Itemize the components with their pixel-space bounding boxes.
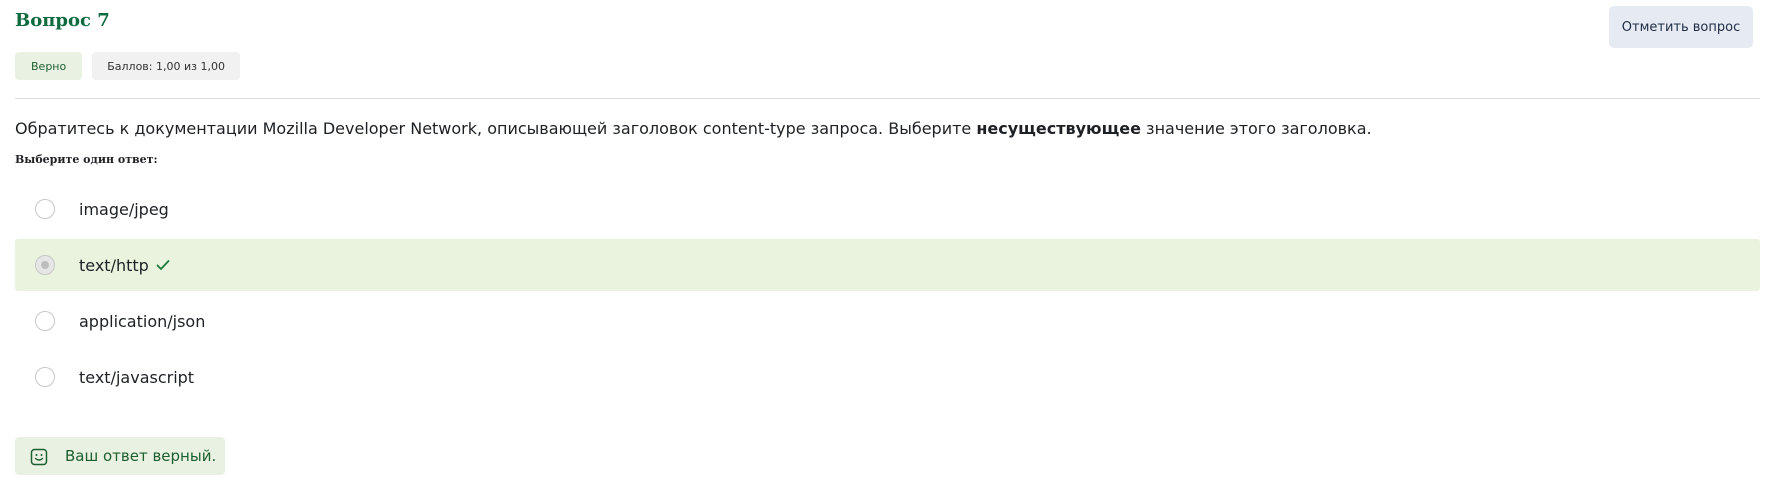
- answer-list: image/jpeg text/http application/json te…: [15, 183, 1760, 407]
- status-badge: Верно: [15, 52, 83, 80]
- answer-label: text/javascript: [79, 368, 194, 387]
- question-card: Вопрос 7 Отметить вопрос Верно Баллов: 1…: [0, 0, 1772, 498]
- check-icon: [156, 260, 170, 270]
- answer-text: image/jpeg: [79, 199, 169, 219]
- divider: [15, 98, 1760, 99]
- score-badge: Баллов: 1,00 из 1,00: [92, 52, 240, 80]
- flag-question-button[interactable]: Отметить вопрос: [1609, 6, 1753, 48]
- radio-button[interactable]: [35, 311, 55, 331]
- question-text: Обратитесь к документации Mozilla Develo…: [15, 119, 1372, 138]
- radio-button-selected[interactable]: [35, 255, 55, 275]
- question-text-end: значение этого заголовка.: [1140, 119, 1372, 138]
- question-text-bold: несуществующее: [976, 119, 1141, 138]
- question-text-start: Обратитесь к документации Mozilla Develo…: [15, 119, 977, 138]
- answer-label: text/http: [79, 256, 171, 275]
- answer-text: text/javascript: [79, 367, 195, 387]
- answer-option-text-http[interactable]: text/http: [15, 239, 1760, 291]
- feedback-text: Ваш ответ верный.: [65, 447, 217, 465]
- smile-icon: [30, 448, 48, 466]
- answer-option-application-json[interactable]: application/json: [15, 295, 1760, 347]
- radio-button[interactable]: [35, 199, 55, 219]
- answer-text: text/http: [79, 255, 149, 275]
- answer-prompt: Выберите один ответ:: [15, 153, 158, 166]
- question-title: Вопрос 7: [15, 10, 110, 31]
- question-badges: Верно Баллов: 1,00 из 1,00: [15, 52, 240, 80]
- answer-text: application/json: [79, 311, 206, 331]
- radio-button[interactable]: [35, 367, 55, 387]
- answer-option-text-javascript[interactable]: text/javascript: [15, 351, 1760, 403]
- feedback-box: Ваш ответ верный.: [15, 437, 225, 475]
- answer-label: image/jpeg: [79, 200, 169, 219]
- answer-option-image-jpeg[interactable]: image/jpeg: [15, 183, 1760, 235]
- answer-label: application/json: [79, 312, 205, 331]
